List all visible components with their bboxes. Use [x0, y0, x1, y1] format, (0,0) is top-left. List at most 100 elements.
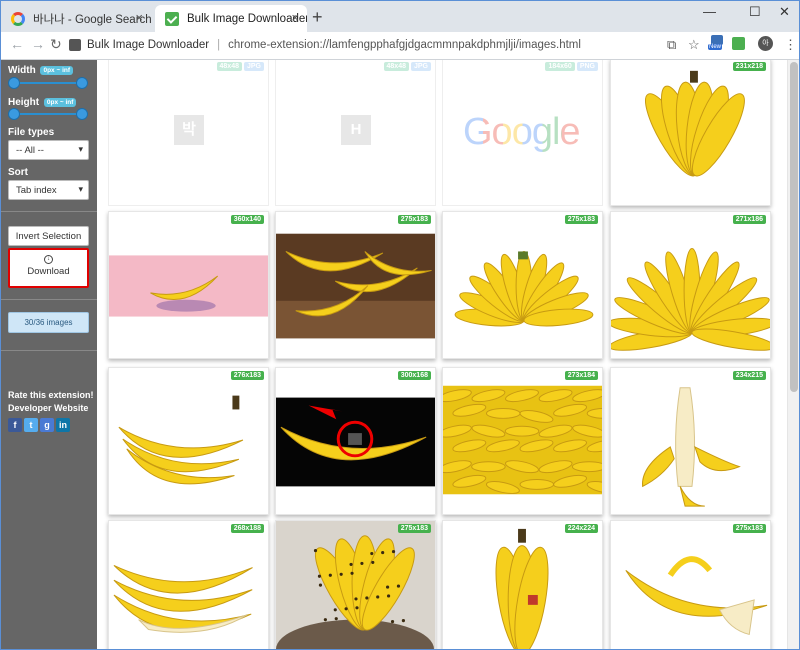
minimize-button[interactable]: —: [703, 4, 716, 19]
maximize-button[interactable]: ☐: [749, 4, 761, 20]
image-card[interactable]: Google 184x60 PNG: [442, 60, 603, 206]
height-slider-max-handle[interactable]: [76, 108, 88, 120]
image-thumbnail: [109, 212, 268, 358]
rate-extension-link[interactable]: Rate this extension!: [8, 390, 94, 400]
tab-close-icon[interactable]: ×: [291, 11, 299, 25]
browser-toolbar: ← → ↻ Bulk Image Downloader | chrome-ext…: [1, 32, 799, 60]
star-icon[interactable]: ☆: [688, 37, 700, 53]
image-size-badge: 276x183: [230, 371, 264, 380]
image-thumbnail: [611, 212, 770, 358]
back-arrow-icon[interactable]: ←: [10, 36, 24, 52]
reload-icon[interactable]: ↻: [50, 36, 62, 53]
image-card[interactable]: 271x186: [610, 211, 771, 359]
image-size-badge: 48x48: [216, 62, 242, 71]
image-card[interactable]: 234x215: [610, 367, 771, 515]
image-card[interactable]: H 48x48 JPG: [275, 60, 436, 206]
height-slider-track: [14, 113, 81, 115]
linkedin-icon[interactable]: in: [56, 418, 70, 432]
sort-label: Sort: [8, 167, 28, 178]
new-extension-icon[interactable]: New: [708, 35, 726, 55]
width-range-badge: 0px ~ inf: [40, 65, 74, 75]
image-card[interactable]: 300x168: [275, 367, 436, 515]
google-logo-thumbnail: Google: [463, 111, 581, 154]
image-size-badge: 300x168: [397, 371, 431, 380]
image-grid: 박 48x48 JPG H 48x48 JPG Google 184x60 PNG 231x218…: [97, 60, 787, 649]
image-thumbnail: [443, 212, 602, 358]
width-slider-max-handle[interactable]: [76, 77, 88, 89]
image-meta-badges: 48x48 JPG: [216, 62, 264, 71]
image-card[interactable]: 360x140: [108, 211, 269, 359]
file-types-select[interactable]: -- All --: [8, 140, 89, 160]
scrollbar-thumb[interactable]: [790, 62, 798, 392]
image-type-badge: JPG: [410, 62, 431, 71]
image-thumbnail: H: [341, 115, 371, 145]
bulk-downloader-icon[interactable]: [732, 37, 745, 50]
image-card[interactable]: 268x188: [108, 520, 269, 649]
width-slider-track: [14, 82, 81, 84]
image-card[interactable]: 275x183: [275, 520, 436, 649]
width-filter-label: Width 0px ~ inf: [8, 65, 74, 76]
image-thumbnail: [109, 368, 268, 514]
image-thumbnail: [443, 368, 602, 514]
sidebar: Width 0px ~ inf Height 0px ~ inf File ty…: [1, 60, 97, 649]
image-card[interactable]: 231x218: [610, 60, 771, 206]
image-size-badge: 234x215: [732, 371, 766, 380]
height-label: Height: [8, 97, 40, 108]
url-text: chrome-extension://lamfengpphafgjdgacmmn…: [228, 39, 581, 51]
image-size-badge: 48x48: [383, 62, 409, 71]
tab-strip: 바나나 - Google Search × Bulk Image Downloa…: [1, 1, 799, 32]
browser-window: 바나나 - Google Search × Bulk Image Downloa…: [0, 0, 800, 650]
width-slider[interactable]: [8, 77, 88, 89]
tab-google-search[interactable]: 바나나 - Google Search ×: [1, 5, 151, 32]
image-count-button[interactable]: 30/36 images: [8, 312, 89, 333]
image-card[interactable]: 224x224: [442, 520, 603, 649]
tab-bulk-image-downloader[interactable]: Bulk Image Downloader ×: [155, 5, 307, 32]
window-close-button[interactable]: ✕: [779, 4, 790, 20]
url-separator: |: [217, 39, 221, 51]
profile-icon[interactable]: 아: [758, 36, 773, 51]
image-size-badge: 275x183: [564, 215, 598, 224]
image-card[interactable]: 박 48x48 JPG: [108, 60, 269, 206]
image-type-badge: PNG: [576, 62, 598, 71]
facebook-icon[interactable]: f: [8, 418, 22, 432]
social-links: f t g in: [8, 418, 70, 432]
forward-arrow-icon[interactable]: →: [31, 36, 45, 52]
width-slider-min-handle[interactable]: [8, 77, 20, 89]
image-card[interactable]: 276x183: [108, 367, 269, 515]
height-slider-min-handle[interactable]: [8, 108, 20, 120]
image-type-badge: JPG: [243, 62, 264, 71]
image-meta-badges: 184x60 PNG: [545, 62, 598, 71]
image-card[interactable]: 273x184: [442, 367, 603, 515]
download-button[interactable]: ↓ Download: [8, 248, 89, 288]
image-card[interactable]: 275x183: [275, 211, 436, 359]
image-size-badge: 275x183: [397, 215, 431, 224]
divider: [1, 211, 97, 212]
height-slider[interactable]: [8, 108, 88, 120]
height-filter-label: Height 0px ~ inf: [8, 97, 77, 108]
image-size-badge: 271x186: [732, 215, 766, 224]
download-label: Download: [27, 266, 70, 277]
image-card[interactable]: 275x183: [610, 520, 771, 649]
developer-website-link[interactable]: Developer Website: [8, 403, 88, 413]
file-types-label: File types: [8, 127, 55, 138]
vertical-scrollbar[interactable]: [787, 60, 799, 649]
new-tab-button[interactable]: +: [312, 7, 323, 27]
tab-close-icon[interactable]: ×: [135, 11, 143, 25]
twitter-icon[interactable]: t: [24, 418, 38, 432]
image-thumbnail: [443, 521, 602, 649]
address-bar[interactable]: Bulk Image Downloader | chrome-extension…: [69, 33, 659, 57]
new-badge: New: [708, 44, 723, 50]
google-favicon-icon: [11, 11, 25, 26]
image-thumbnail: [611, 521, 770, 649]
translate-icon[interactable]: ⧉: [667, 37, 676, 53]
image-size-badge: 231x218: [732, 62, 766, 71]
image-card[interactable]: 275x183: [442, 211, 603, 359]
invert-selection-button[interactable]: Invert Selection: [8, 226, 89, 246]
image-thumbnail: [276, 368, 435, 514]
google-plus-icon[interactable]: g: [40, 418, 54, 432]
image-size-badge: 268x188: [230, 524, 264, 533]
tab-title: Bulk Image Downloader: [187, 12, 307, 25]
menu-icon[interactable]: ⋮: [784, 37, 797, 53]
extension-puzzle-icon: [69, 39, 81, 51]
sort-select[interactable]: Tab index: [8, 180, 89, 200]
